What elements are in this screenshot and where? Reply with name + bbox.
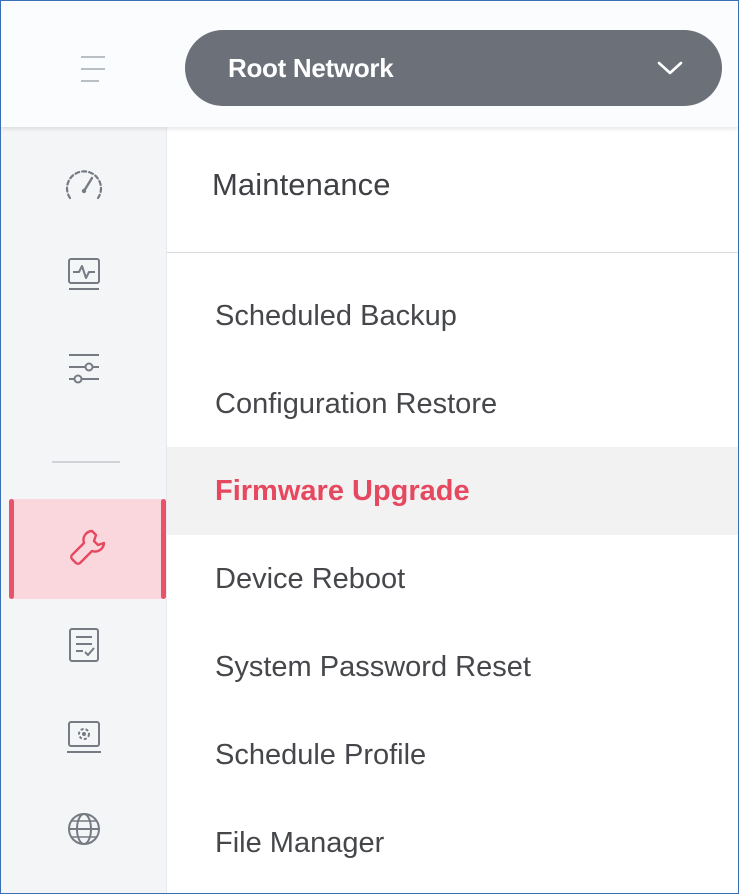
submenu-title: Maintenance [212,167,391,202]
hamburger-menu-icon[interactable] [65,51,109,87]
menu-item-file-manager[interactable]: File Manager [167,799,738,887]
sidebar-item-network[interactable] [1,789,166,869]
top-header: Root Network [1,1,738,127]
sidebar-item-logs[interactable] [1,605,166,685]
settings-sliders-icon [66,347,102,387]
system-tools-icon [65,718,103,756]
menu-item-system-password-reset[interactable]: System Password Reset [167,623,738,711]
menu-item-schedule-profile[interactable]: Schedule Profile [167,711,738,799]
submenu-panel: Maintenance Scheduled Backup Configurati… [167,127,738,893]
app-frame: Root Network Maintenance Scheduled Backu… [0,0,739,894]
menu-item-configuration-restore[interactable]: Configuration Restore [167,360,738,448]
dashboard-gauge-icon [63,167,105,203]
log-checklist-icon [66,626,102,664]
sidebar-divider [52,461,120,463]
menu-item-firmware-upgrade[interactable]: Firmware Upgrade [167,447,738,535]
globe-icon [65,810,103,848]
chevron-down-icon [656,58,684,78]
sidebar-item-system-tools[interactable] [1,697,166,777]
submenu-divider [167,252,738,253]
sidebar-item-configuration[interactable] [1,327,166,407]
sidebar-item-dashboard[interactable] [1,145,166,225]
network-select[interactable]: Root Network [185,30,722,106]
maintenance-wrench-icon [68,527,108,572]
menu-item-device-reboot[interactable]: Device Reboot [167,535,738,623]
sidebar-item-monitoring[interactable] [1,235,166,315]
network-select-value: Root Network [228,52,394,83]
monitoring-icon [66,256,102,294]
sidebar-item-maintenance[interactable] [9,499,166,599]
sidebar-icon-rail [1,127,167,893]
menu-item-scheduled-backup[interactable]: Scheduled Backup [167,272,738,360]
